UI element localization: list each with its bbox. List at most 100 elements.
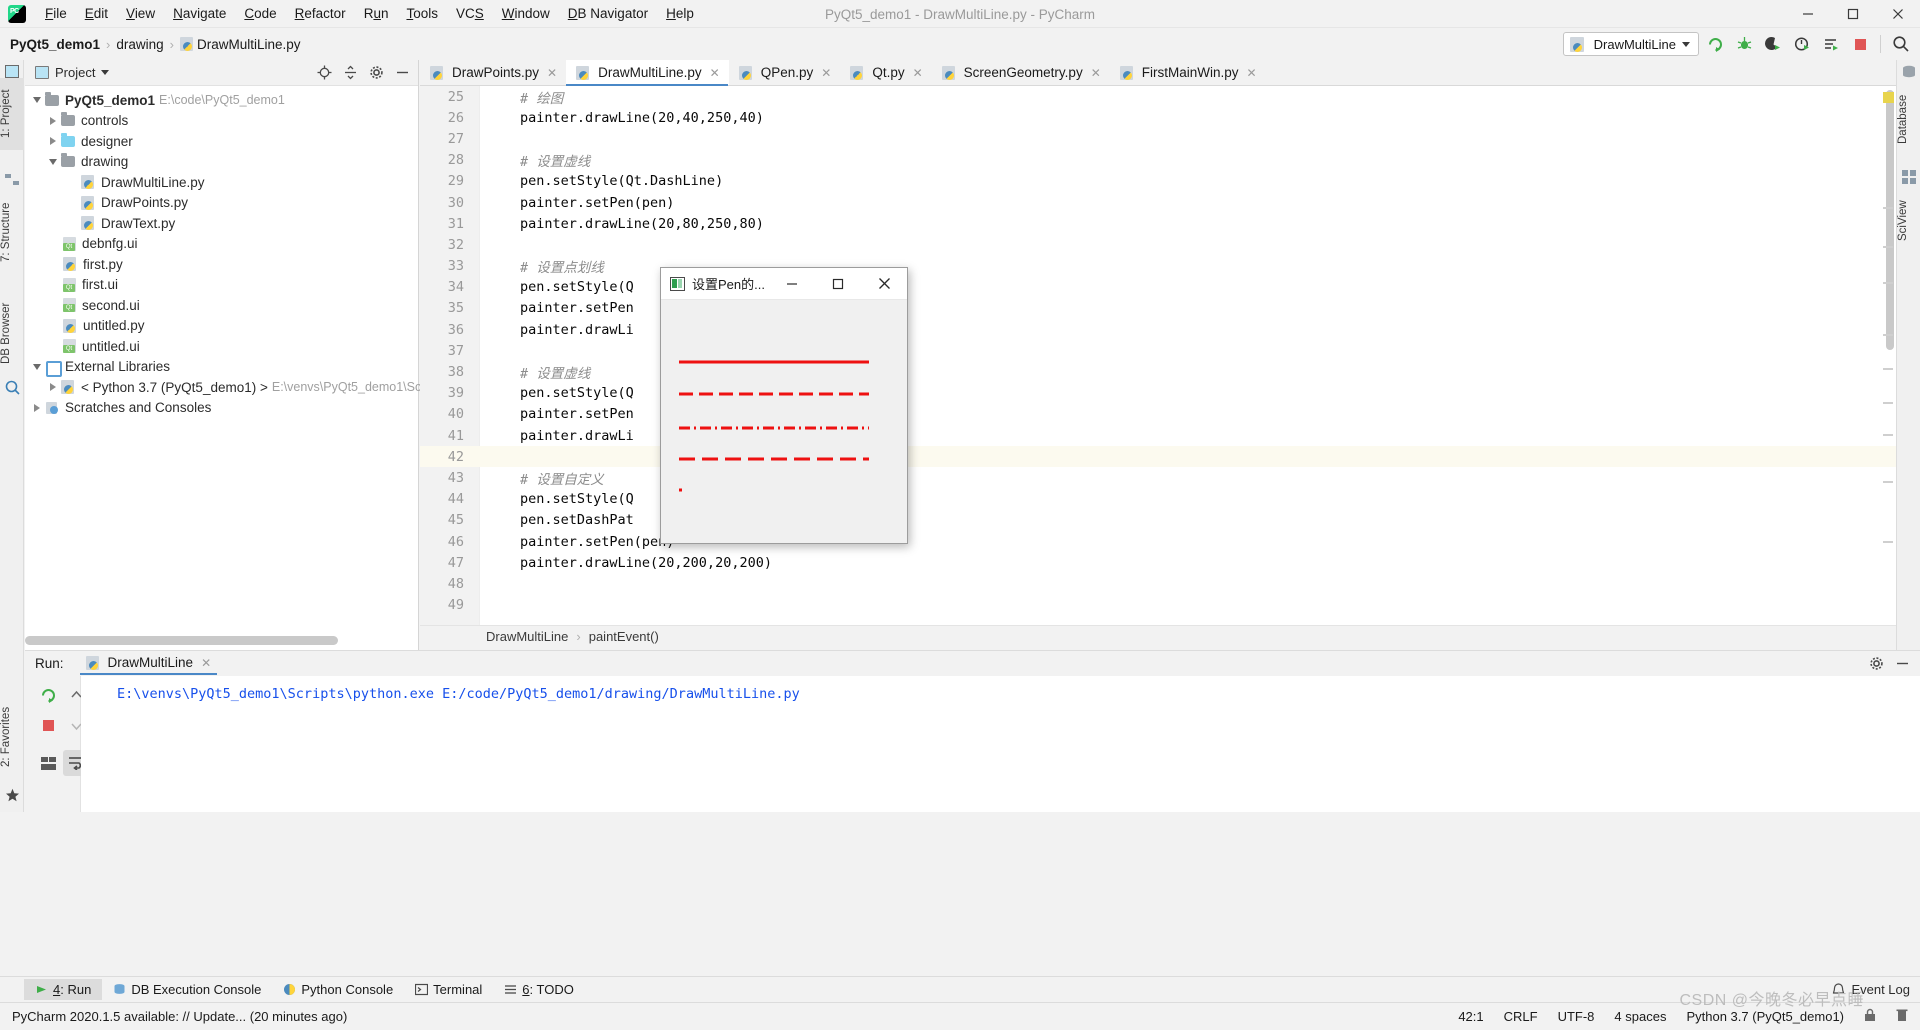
dialog-maximize-button[interactable] bbox=[815, 268, 861, 300]
maximize-button[interactable] bbox=[1830, 0, 1875, 28]
project-panel-title[interactable]: Project bbox=[35, 65, 110, 80]
tree-row-untitled-py[interactable]: untitled.py bbox=[25, 316, 418, 337]
tree-row-second-ui[interactable]: second.ui bbox=[25, 295, 418, 316]
lock-icon[interactable] bbox=[1864, 1008, 1876, 1025]
close-icon[interactable]: ✕ bbox=[913, 66, 923, 80]
menu-tools[interactable]: Tools bbox=[397, 3, 447, 24]
scroll-from-source-button[interactable] bbox=[312, 62, 336, 84]
expand-arrow-open-icon[interactable] bbox=[45, 158, 61, 165]
tree-row-external-libraries[interactable]: External Libraries bbox=[25, 357, 418, 378]
menu-db-navigator[interactable]: DB Navigator bbox=[559, 3, 657, 24]
breadcrumb-method[interactable]: paintEvent() bbox=[589, 629, 659, 644]
sidebar-item-sciview[interactable]: SciView bbox=[1897, 186, 1920, 256]
breadcrumb-class[interactable]: DrawMultiLine bbox=[486, 629, 568, 644]
menu-navigate[interactable]: Navigate bbox=[164, 3, 235, 24]
run-settings-gear-button[interactable] bbox=[1864, 653, 1888, 675]
run-tab-drawmultiline[interactable]: DrawMultiLine ✕ bbox=[79, 652, 218, 675]
collapse-all-button[interactable] bbox=[338, 62, 362, 84]
bottom-tab-todo[interactable]: 66: TODO: TODO bbox=[493, 979, 585, 1000]
debug-button[interactable] bbox=[1731, 32, 1757, 56]
expand-arrow-open-icon[interactable] bbox=[29, 97, 45, 104]
sidebar-item-database[interactable]: Database bbox=[1897, 80, 1920, 158]
tree-row-pyqt5-demo1[interactable]: PyQt5_demo1 E:\code\PyQt5_demo1 bbox=[25, 90, 418, 111]
run-configuration-selector[interactable]: DrawMultiLine bbox=[1562, 32, 1699, 56]
line-separator[interactable]: CRLF bbox=[1504, 1009, 1538, 1024]
menu-vcs[interactable]: VCS bbox=[447, 3, 493, 24]
expand-arrow-closed-icon[interactable] bbox=[29, 403, 45, 412]
caret-position[interactable]: 42:1 bbox=[1458, 1009, 1483, 1024]
stop-process-button[interactable] bbox=[35, 712, 61, 738]
sidebar-item-favorites[interactable]: 2: Favorites bbox=[0, 692, 24, 782]
tab-firstmainwin-py[interactable]: FirstMainWin.py ✕ bbox=[1110, 60, 1266, 85]
breadcrumb-folder[interactable]: drawing bbox=[116, 37, 163, 52]
file-encoding[interactable]: UTF-8 bbox=[1558, 1009, 1595, 1024]
status-message[interactable]: PyCharm 2020.1.5 available: // Update...… bbox=[12, 1009, 347, 1024]
tree-row-drawing[interactable]: drawing bbox=[25, 152, 418, 173]
run-hide-button[interactable] bbox=[1890, 653, 1914, 675]
bottom-tab-python-console[interactable]: Python Console bbox=[272, 979, 404, 1000]
tree-row-first-py[interactable]: first.py bbox=[25, 254, 418, 275]
menu-edit[interactable]: Edit bbox=[76, 3, 117, 24]
tree-row-designer[interactable]: designer bbox=[25, 131, 418, 152]
event-log-button[interactable]: Event Log bbox=[1832, 982, 1910, 997]
menu-help[interactable]: Help bbox=[657, 3, 703, 24]
tab-drawpoints-py[interactable]: DrawPoints.py ✕ bbox=[420, 60, 566, 85]
close-icon[interactable]: ✕ bbox=[1091, 66, 1101, 80]
run-coverage-button[interactable] bbox=[1760, 32, 1786, 56]
expand-arrow-open-icon[interactable] bbox=[29, 363, 45, 370]
bottom-tab-terminal[interactable]: Terminal bbox=[404, 979, 493, 1000]
sidebar-item-project[interactable]: 1: Project bbox=[0, 78, 24, 150]
python-interpreter[interactable]: Python 3.7 (PyQt5_demo1) bbox=[1686, 1009, 1844, 1024]
dialog-minimize-button[interactable] bbox=[769, 268, 815, 300]
menu-view[interactable]: View bbox=[117, 3, 164, 24]
tab-screengeometry-py[interactable]: ScreenGeometry.py ✕ bbox=[932, 60, 1110, 85]
code-editor[interactable]: 25 # 绘图 26 painter.drawLine(20,40,250,40) … bbox=[420, 86, 1896, 625]
search-everywhere-button[interactable] bbox=[1888, 32, 1914, 56]
close-icon[interactable]: ✕ bbox=[710, 66, 720, 80]
menu-refactor[interactable]: Refactor bbox=[286, 3, 355, 24]
expand-arrow-closed-icon[interactable] bbox=[45, 137, 61, 146]
breadcrumb-project[interactable]: PyQt5_demo1 bbox=[10, 37, 100, 52]
tree-row-controls[interactable]: controls bbox=[25, 111, 418, 132]
close-button[interactable] bbox=[1875, 0, 1920, 28]
menu-file[interactable]: File bbox=[36, 3, 76, 24]
project-horizontal-scrollbar[interactable] bbox=[25, 636, 338, 645]
trash-icon[interactable] bbox=[1896, 1008, 1908, 1025]
hide-panel-button[interactable] bbox=[390, 62, 414, 84]
tab-qt-py[interactable]: Qt.py ✕ bbox=[840, 60, 931, 85]
close-icon[interactable]: ✕ bbox=[201, 656, 211, 670]
menu-run[interactable]: Run bbox=[355, 3, 398, 24]
menu-code[interactable]: Code bbox=[235, 3, 285, 24]
bottom-tab-run[interactable]: 44: Run: Run bbox=[24, 979, 103, 1000]
sidebar-item-structure[interactable]: 7: Structure bbox=[0, 188, 24, 276]
tree-row-drawpoints-py[interactable]: DrawPoints.py bbox=[25, 193, 418, 214]
indent-setting[interactable]: 4 spaces bbox=[1614, 1009, 1666, 1024]
editor-warning-marker[interactable] bbox=[1883, 92, 1894, 103]
run-tests-button[interactable] bbox=[1818, 32, 1844, 56]
rerun-button[interactable] bbox=[35, 682, 61, 708]
stop-button[interactable] bbox=[1847, 32, 1873, 56]
profile-button[interactable] bbox=[1789, 32, 1815, 56]
close-icon[interactable]: ✕ bbox=[547, 66, 557, 80]
run-console-output[interactable]: E:\venvs\PyQt5_demo1\Scripts\python.exe … bbox=[81, 676, 1920, 812]
expand-arrow-closed-icon[interactable] bbox=[45, 383, 61, 392]
tree-row-debnfg-ui[interactable]: debnfg.ui bbox=[25, 234, 418, 255]
bottom-tab-db-execution-console[interactable]: DB Execution Console bbox=[102, 979, 272, 1000]
tab-qpen-py[interactable]: QPen.py ✕ bbox=[729, 60, 841, 85]
tree-row-python-interpreter[interactable]: < Python 3.7 (PyQt5_demo1) > E:\venvs\Py… bbox=[25, 377, 421, 398]
dialog-close-button[interactable] bbox=[861, 268, 907, 300]
breadcrumb-file[interactable]: DrawMultiLine.py bbox=[180, 37, 301, 52]
close-icon[interactable]: ✕ bbox=[821, 66, 831, 80]
tree-row-first-ui[interactable]: first.ui bbox=[25, 275, 418, 296]
run-button[interactable] bbox=[1702, 32, 1728, 56]
menu-window[interactable]: Window bbox=[493, 3, 559, 24]
tab-drawmultiline-py[interactable]: DrawMultiLine.py ✕ bbox=[566, 60, 729, 86]
settings-gear-button[interactable] bbox=[364, 62, 388, 84]
tree-row-drawtext-py[interactable]: DrawText.py bbox=[25, 213, 418, 234]
minimize-button[interactable] bbox=[1785, 0, 1830, 28]
sidebar-item-db-browser[interactable]: DB Browser bbox=[0, 290, 24, 376]
editor-vertical-scrollbar[interactable] bbox=[1886, 90, 1894, 350]
tree-row-untitled-ui[interactable]: untitled.ui bbox=[25, 336, 418, 357]
tree-row-scratches-and-consoles[interactable]: Scratches and Consoles bbox=[25, 398, 418, 419]
pen-style-dialog[interactable]: 设置Pen的... bbox=[660, 267, 908, 544]
